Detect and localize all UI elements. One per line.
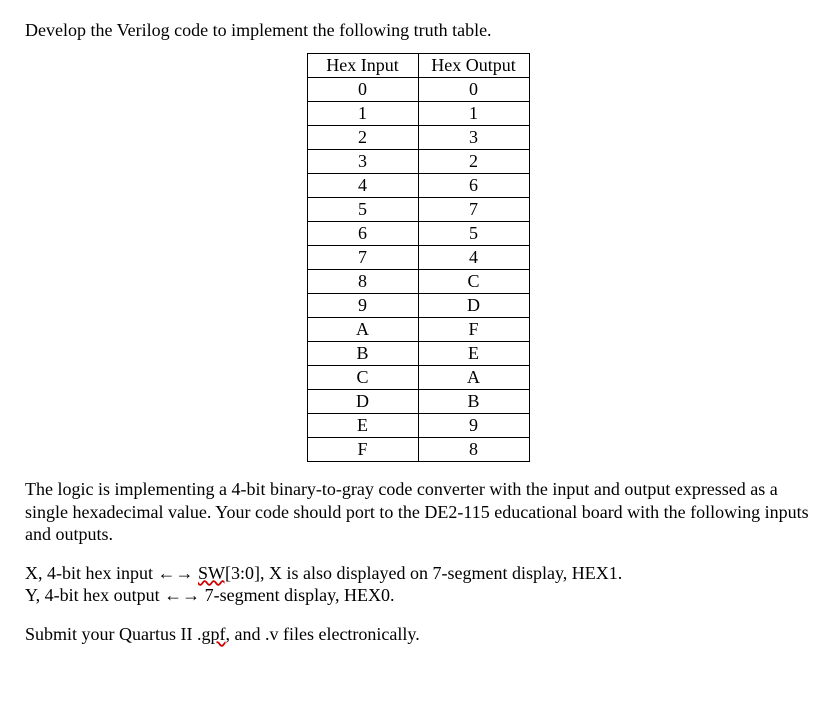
col-header-output: Hex Output bbox=[418, 54, 529, 78]
io-y-suffix: 7-segment display, HEX0. bbox=[200, 585, 394, 605]
table-row: 65 bbox=[307, 222, 529, 246]
description-text: The logic is implementing a 4-bit binary… bbox=[25, 478, 811, 546]
submit-suffix: , and .v files electronically. bbox=[225, 624, 419, 644]
cell-input: A bbox=[307, 318, 418, 342]
table-header-row: Hex Input Hex Output bbox=[307, 54, 529, 78]
bidir-arrow-icon: ←→ bbox=[164, 585, 200, 605]
cell-output: 7 bbox=[418, 198, 529, 222]
cell-output: E bbox=[418, 342, 529, 366]
cell-output: 3 bbox=[418, 126, 529, 150]
table-row: 32 bbox=[307, 150, 529, 174]
io-x-prefix: X, 4-bit hex input bbox=[25, 563, 158, 583]
table-row: E9 bbox=[307, 414, 529, 438]
cell-output: F bbox=[418, 318, 529, 342]
table-row: 46 bbox=[307, 174, 529, 198]
cell-input: 1 bbox=[307, 102, 418, 126]
submit-gpf: gpf bbox=[201, 624, 225, 644]
submit-text: Submit your Quartus II .gpf, and .v file… bbox=[25, 623, 811, 646]
cell-output: 4 bbox=[418, 246, 529, 270]
cell-input: E bbox=[307, 414, 418, 438]
intro-text: Develop the Verilog code to implement th… bbox=[25, 20, 811, 41]
table-row: CA bbox=[307, 366, 529, 390]
table-row: 23 bbox=[307, 126, 529, 150]
cell-input: 3 bbox=[307, 150, 418, 174]
cell-input: B bbox=[307, 342, 418, 366]
io-x-suffix: 3:0], X is also displayed on 7-segment d… bbox=[231, 563, 622, 583]
table-row: F8 bbox=[307, 438, 529, 462]
table-row: DB bbox=[307, 390, 529, 414]
cell-input: 6 bbox=[307, 222, 418, 246]
io-x-line: X, 4-bit hex input ←→ SW[3:0], X is also… bbox=[25, 562, 811, 585]
cell-input: 2 bbox=[307, 126, 418, 150]
table-row: 00 bbox=[307, 78, 529, 102]
cell-output: 1 bbox=[418, 102, 529, 126]
cell-input: F bbox=[307, 438, 418, 462]
cell-input: D bbox=[307, 390, 418, 414]
cell-output: D bbox=[418, 294, 529, 318]
cell-output: 5 bbox=[418, 222, 529, 246]
cell-input: 8 bbox=[307, 270, 418, 294]
table-row: AF bbox=[307, 318, 529, 342]
table-row: 57 bbox=[307, 198, 529, 222]
io-spec: X, 4-bit hex input ←→ SW[3:0], X is also… bbox=[25, 562, 811, 607]
table-row: 11 bbox=[307, 102, 529, 126]
cell-output: 2 bbox=[418, 150, 529, 174]
cell-output: A bbox=[418, 366, 529, 390]
col-header-input: Hex Input bbox=[307, 54, 418, 78]
submit-prefix: Submit your Quartus II . bbox=[25, 624, 201, 644]
io-y-prefix: Y, 4-bit hex output bbox=[25, 585, 164, 605]
cell-input: 5 bbox=[307, 198, 418, 222]
cell-output: 0 bbox=[418, 78, 529, 102]
cell-output: B bbox=[418, 390, 529, 414]
io-x-sw: SW[ bbox=[198, 563, 231, 583]
bidir-arrow-icon: ←→ bbox=[158, 563, 194, 583]
truth-table: Hex Input Hex Output 00112332465765748C9… bbox=[307, 53, 530, 462]
cell-input: 7 bbox=[307, 246, 418, 270]
cell-output: 9 bbox=[418, 414, 529, 438]
cell-input: C bbox=[307, 366, 418, 390]
table-row: BE bbox=[307, 342, 529, 366]
cell-input: 4 bbox=[307, 174, 418, 198]
table-row: 74 bbox=[307, 246, 529, 270]
cell-output: 6 bbox=[418, 174, 529, 198]
cell-output: 8 bbox=[418, 438, 529, 462]
cell-input: 0 bbox=[307, 78, 418, 102]
cell-output: C bbox=[418, 270, 529, 294]
table-row: 9D bbox=[307, 294, 529, 318]
table-row: 8C bbox=[307, 270, 529, 294]
cell-input: 9 bbox=[307, 294, 418, 318]
io-y-line: Y, 4-bit hex output ←→ 7-segment display… bbox=[25, 584, 811, 607]
